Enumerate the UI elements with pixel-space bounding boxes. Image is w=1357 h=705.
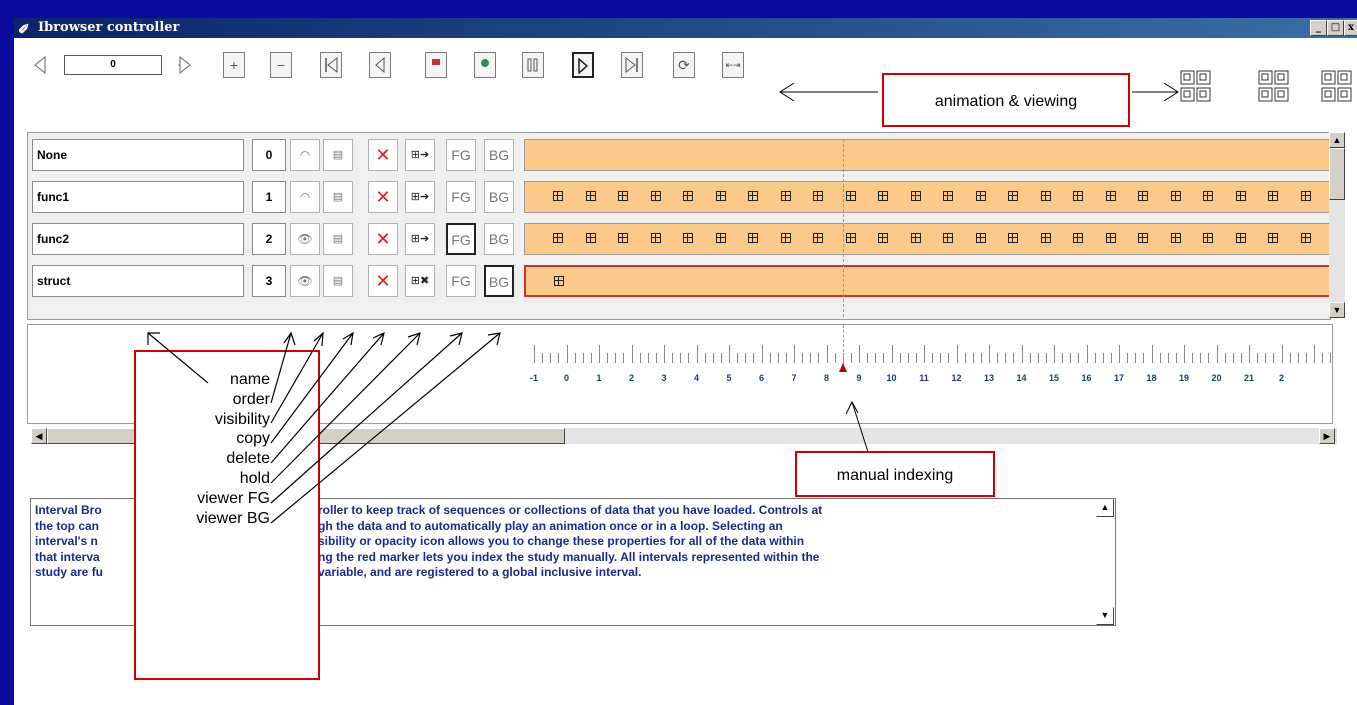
legend-leader-lines — [147, 331, 501, 524]
